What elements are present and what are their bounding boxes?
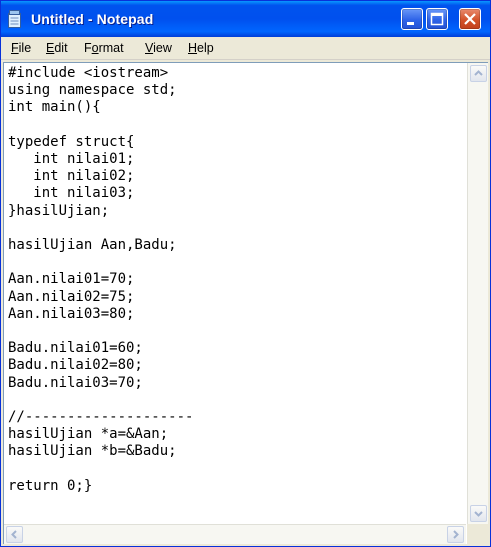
- scroll-right-button[interactable]: [447, 526, 464, 543]
- chevron-right-icon: [453, 530, 459, 539]
- chevron-left-icon: [11, 530, 17, 539]
- editor-area[interactable]: #include <iostream> using namespace std;…: [3, 62, 488, 544]
- chevron-up-icon: [474, 70, 483, 76]
- vertical-scrollbar[interactable]: [467, 63, 488, 524]
- menu-bar: File Edit Format View Help: [1, 37, 490, 60]
- notepad-window: Untitled - Notepad File Edit Format View…: [0, 0, 491, 547]
- scroll-left-button[interactable]: [6, 526, 23, 543]
- menu-file[interactable]: File: [11, 41, 31, 55]
- menu-format-label: rmat: [98, 41, 124, 55]
- notepad-icon[interactable]: [7, 10, 23, 28]
- minimize-icon: [407, 22, 414, 25]
- menu-help[interactable]: Help: [188, 41, 214, 55]
- menu-view-mnemonic: V: [145, 41, 154, 55]
- minimize-button[interactable]: [401, 8, 423, 30]
- menu-view[interactable]: View: [145, 41, 172, 55]
- size-grip[interactable]: [467, 524, 488, 544]
- menu-format-prefix: F: [84, 41, 92, 55]
- menu-file-mnemonic: F: [11, 41, 19, 55]
- menu-format-mnemonic: o: [91, 41, 99, 55]
- menu-file-label: ile: [18, 41, 32, 55]
- menu-help-mnemonic: H: [188, 41, 198, 55]
- menu-edit-label: dit: [54, 41, 68, 55]
- window-title: Untitled - Notepad: [31, 11, 154, 27]
- menu-edit[interactable]: Edit: [46, 41, 68, 55]
- title-bar[interactable]: Untitled - Notepad: [1, 1, 490, 37]
- text-content[interactable]: #include <iostream> using namespace std;…: [8, 65, 466, 519]
- chevron-down-icon: [474, 511, 483, 517]
- menu-format[interactable]: Format: [84, 41, 124, 55]
- scroll-up-button[interactable]: [470, 65, 487, 82]
- menu-help-label: elp: [197, 41, 214, 55]
- close-icon: [464, 13, 476, 25]
- maximize-button[interactable]: [426, 8, 448, 30]
- close-button[interactable]: [459, 8, 481, 30]
- horizontal-scrollbar[interactable]: [4, 524, 466, 544]
- scroll-down-button[interactable]: [470, 505, 487, 522]
- maximize-icon: [430, 12, 444, 26]
- menu-view-label: iew: [153, 41, 172, 55]
